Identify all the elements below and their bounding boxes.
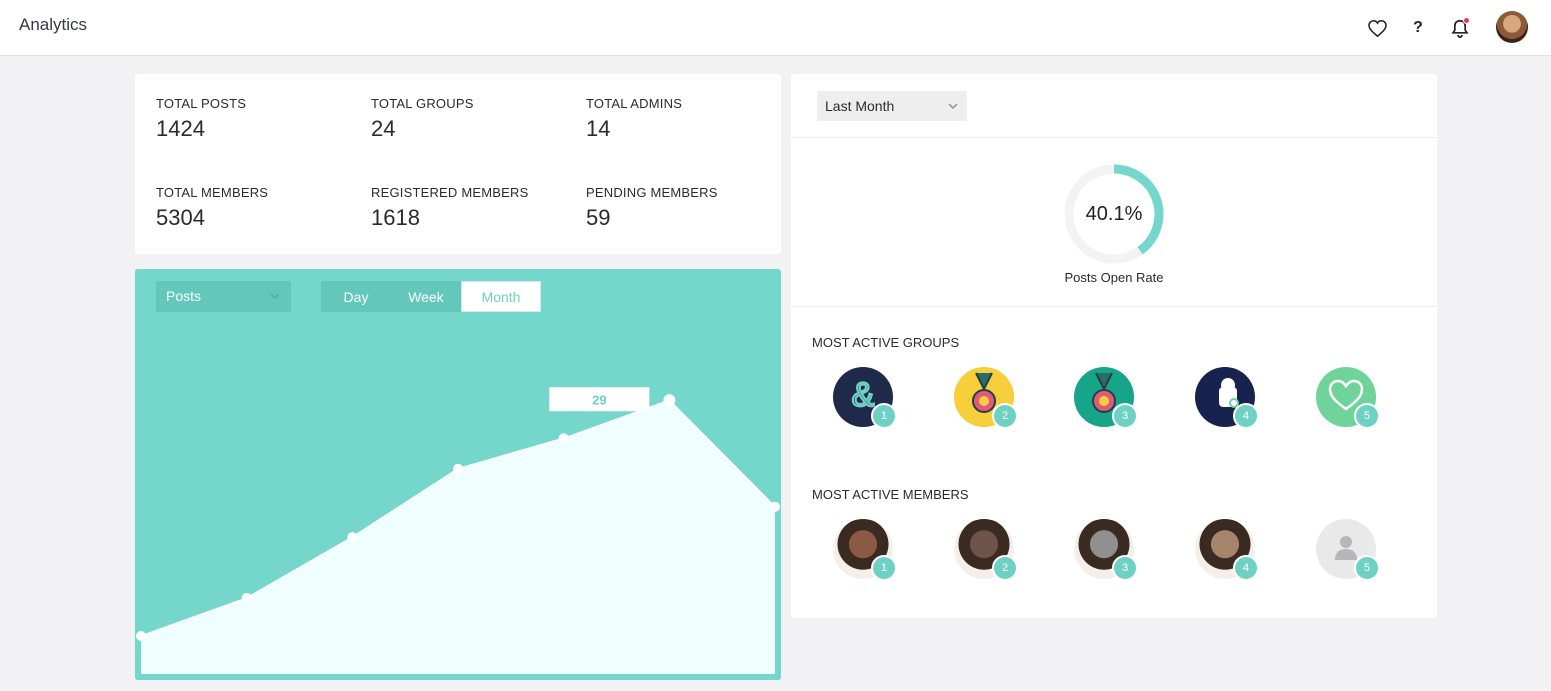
metric-select[interactable]: Posts xyxy=(156,281,291,312)
user-avatar[interactable] xyxy=(1496,11,1528,43)
open-rate-gauge: 40.1% xyxy=(1063,163,1165,265)
stat-label: REGISTERED MEMBERS xyxy=(371,185,529,200)
stats-card: TOTAL POSTS 1424 TOTAL GROUPS 24 TOTAL A… xyxy=(135,74,781,254)
stat-label: TOTAL MEMBERS xyxy=(156,185,269,200)
rank-badge: 4 xyxy=(1233,403,1259,429)
stat-registered-members: REGISTERED MEMBERS 1618 xyxy=(371,185,571,231)
open-rate-value: 40.1% xyxy=(1085,202,1143,225)
chevron-down-icon xyxy=(269,289,281,305)
active-member-item[interactable]: 4 xyxy=(1195,519,1259,581)
data-point xyxy=(241,592,252,603)
stat-label: TOTAL ADMINS xyxy=(586,96,683,111)
value-tooltip: 29 xyxy=(549,387,650,412)
data-point xyxy=(770,501,780,512)
posts-chart-card: 29 Posts Day Week Month xyxy=(135,269,781,680)
tooltip-value: 29 xyxy=(592,392,606,407)
help-icon[interactable]: ? xyxy=(1408,18,1428,38)
data-point xyxy=(663,394,676,407)
area-series xyxy=(141,400,775,680)
bell-icon[interactable] xyxy=(1450,17,1470,38)
stat-value: 1424 xyxy=(156,116,205,141)
rank-badge: 2 xyxy=(992,555,1018,581)
data-point xyxy=(453,463,463,474)
period-toggle: Day Week Month xyxy=(321,281,541,312)
period-month-button[interactable]: Month xyxy=(461,281,541,312)
stat-pending-members: PENDING MEMBERS 59 xyxy=(586,185,786,231)
stat-value: 24 xyxy=(371,116,396,141)
most-active-groups-title: MOST ACTIVE GROUPS xyxy=(812,335,960,350)
rank-badge: 5 xyxy=(1354,555,1380,581)
divider xyxy=(791,137,1437,138)
period-day-button[interactable]: Day xyxy=(321,281,391,312)
stat-total-posts: TOTAL POSTS 1424 xyxy=(156,96,356,142)
data-point xyxy=(347,532,358,543)
date-range-select[interactable]: Last Month xyxy=(817,91,967,121)
rank-badge: 4 xyxy=(1233,555,1259,581)
notification-dot xyxy=(1463,17,1470,24)
rank-badge: 1 xyxy=(871,403,897,429)
chart-bottom-strip xyxy=(135,674,781,680)
metric-select-value: Posts xyxy=(166,288,202,304)
active-member-item[interactable]: 3 xyxy=(1074,519,1138,581)
data-point xyxy=(136,630,146,641)
heart-icon[interactable] xyxy=(1367,18,1387,38)
stat-value: 59 xyxy=(586,205,611,230)
most-active-members-title: MOST ACTIVE MEMBERS xyxy=(812,487,969,502)
date-range-value: Last Month xyxy=(825,98,895,114)
period-week-button[interactable]: Week xyxy=(391,281,461,312)
active-member-item[interactable]: 2 xyxy=(954,519,1018,581)
engagement-card: Last Month 40.1% Posts Open Rate MOST AC… xyxy=(791,74,1437,618)
stat-value: 14 xyxy=(586,116,611,141)
rank-badge: 1 xyxy=(871,555,897,581)
active-member-item[interactable]: 1 xyxy=(833,519,897,581)
stat-label: TOTAL GROUPS xyxy=(371,96,474,111)
help-glyph: ? xyxy=(1413,19,1423,36)
posts-area-chart: 29 xyxy=(136,387,780,680)
stat-label: PENDING MEMBERS xyxy=(586,185,718,200)
chevron-down-icon xyxy=(947,99,959,115)
divider xyxy=(791,306,1437,307)
svg-text:&: & xyxy=(852,376,875,414)
active-group-item[interactable]: 4 xyxy=(1195,367,1259,429)
rank-badge: 3 xyxy=(1112,555,1138,581)
top-bar: Analytics ? xyxy=(0,0,1551,56)
stat-total-members: TOTAL MEMBERS 5304 xyxy=(156,185,356,231)
stat-total-admins: TOTAL ADMINS 14 xyxy=(586,96,786,142)
active-member-item[interactable]: 5 xyxy=(1316,519,1380,581)
stat-value: 1618 xyxy=(371,205,420,230)
rank-badge: 5 xyxy=(1354,403,1380,429)
rank-badge: 2 xyxy=(992,403,1018,429)
page-title: Analytics xyxy=(19,15,88,34)
rank-badge: 3 xyxy=(1112,403,1138,429)
open-rate-label: Posts Open Rate xyxy=(1064,270,1164,285)
stat-value: 5304 xyxy=(156,205,205,230)
stat-label: TOTAL POSTS xyxy=(156,96,247,111)
active-group-item[interactable]: 3 xyxy=(1074,367,1138,429)
stat-total-groups: TOTAL GROUPS 24 xyxy=(371,96,571,142)
active-group-item[interactable]: 2 xyxy=(954,367,1018,429)
data-point xyxy=(558,433,569,444)
active-group-item[interactable]: & 1 xyxy=(833,367,897,429)
active-group-item[interactable]: 5 xyxy=(1316,367,1380,429)
